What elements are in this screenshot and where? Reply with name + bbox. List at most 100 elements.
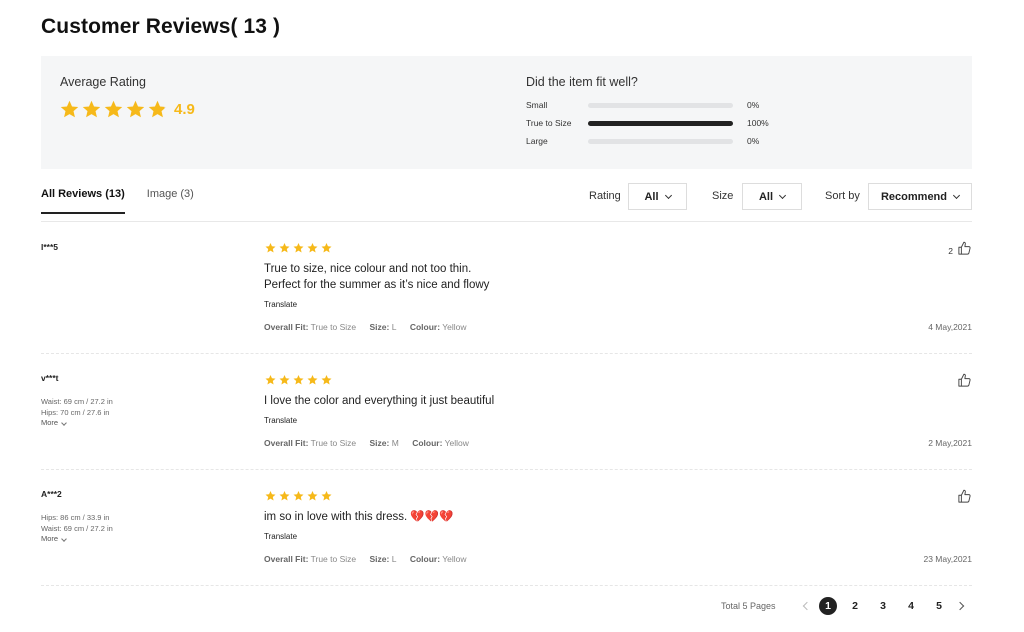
colour-key: Colour: xyxy=(409,554,441,564)
more-toggle[interactable]: More xyxy=(41,418,67,427)
like-count: 2 xyxy=(948,245,953,256)
page-4[interactable]: 4 xyxy=(902,597,920,615)
fit-row: Large 0% xyxy=(526,135,759,147)
fit-percent: 100% xyxy=(747,118,769,128)
rating-filter-select[interactable]: All xyxy=(628,183,687,210)
measurement: Hips: 86 cm / 33.9 in xyxy=(41,513,110,522)
translate-link[interactable]: Translate xyxy=(264,532,297,541)
page-1[interactable]: 1 xyxy=(819,597,837,615)
review-date: 2 May,2021 xyxy=(928,438,972,448)
like-button[interactable] xyxy=(953,489,972,504)
star-icon xyxy=(307,375,318,385)
fit-key: Overall Fit: xyxy=(264,438,309,448)
sort-select[interactable]: Recommend xyxy=(868,183,972,210)
star-icon xyxy=(60,100,79,118)
chevron-down-icon xyxy=(778,191,787,199)
page-2[interactable]: 2 xyxy=(846,597,864,615)
reviewer-name: A***2 xyxy=(41,489,62,499)
average-rating-stars: 4.9 xyxy=(59,99,195,120)
colour-value: Yellow xyxy=(442,322,467,332)
star-icon xyxy=(307,491,318,501)
review-divider xyxy=(41,353,972,354)
review-item: A***2 Hips: 86 cm / 33.9 in Waist: 69 cm … xyxy=(41,489,972,568)
reviewer-name: v***t xyxy=(41,373,59,383)
chevron-right-icon[interactable] xyxy=(955,601,965,611)
review-stars xyxy=(264,242,334,254)
fit-value: True to Size xyxy=(310,322,357,332)
star-icon xyxy=(279,491,290,501)
average-rating-value: 4.9 xyxy=(174,101,195,118)
size-value: L xyxy=(391,554,397,564)
star-icon xyxy=(279,375,290,385)
review-meta: Overall Fit: True to Size Size: M Colour… xyxy=(264,438,469,448)
review-stars xyxy=(264,490,334,502)
review-meta: Overall Fit: True to Size Size: L Colour… xyxy=(264,554,467,564)
fit-row: Small 0% xyxy=(526,99,759,111)
fit-label: True to Size xyxy=(526,118,572,128)
thumbs-up-icon xyxy=(957,489,972,504)
total-pages: Total 5 Pages xyxy=(721,601,776,611)
average-rating-label: Average Rating xyxy=(60,75,146,89)
fit-bar-fill xyxy=(588,120,733,126)
more-toggle[interactable]: More xyxy=(41,534,67,543)
colour-value: Yellow xyxy=(442,554,467,564)
sort-value: Recommend xyxy=(880,190,948,203)
star-icon xyxy=(104,100,123,118)
page-3[interactable]: 3 xyxy=(874,597,892,615)
review-text-line: Perfect for the summer as it’s nice and … xyxy=(264,279,490,291)
star-icon xyxy=(148,100,167,118)
star-icon xyxy=(321,243,332,253)
sort-label: Sort by xyxy=(825,190,860,202)
star-icon xyxy=(293,375,304,385)
star-icon xyxy=(279,243,290,253)
chevron-down-icon xyxy=(952,191,961,199)
page-title: Customer Reviews( 13 ) xyxy=(41,15,281,38)
rating-filter-label: Rating xyxy=(589,190,621,202)
like-button[interactable]: 2 xyxy=(948,241,972,256)
review-stars xyxy=(264,374,334,386)
fit-label: Large xyxy=(526,136,548,146)
review-date: 4 May,2021 xyxy=(928,322,972,332)
translate-link[interactable]: Translate xyxy=(264,416,297,425)
reviewer-name: l***5 xyxy=(41,242,59,252)
review-date: 23 May,2021 xyxy=(923,554,972,564)
filter-bar: Rating All Size All Sort by Recommend xyxy=(0,183,1024,211)
fit-percent: 0% xyxy=(747,136,760,146)
page-5[interactable]: 5 xyxy=(930,597,948,615)
size-filter-label: Size xyxy=(712,190,734,202)
review-text-line: I love the color and everything it just … xyxy=(264,395,495,407)
translate-link[interactable]: Translate xyxy=(264,300,297,309)
review-meta: Overall Fit: True to Size Size: L Colour… xyxy=(264,322,467,332)
star-icon xyxy=(126,100,145,118)
size-key: Size: xyxy=(369,438,390,448)
size-key: Size: xyxy=(369,322,390,332)
like-button[interactable] xyxy=(953,373,972,388)
chevron-left-icon[interactable] xyxy=(802,601,812,611)
colour-value: Yellow xyxy=(444,438,469,448)
size-filter-select[interactable]: All xyxy=(742,183,802,210)
review-text-line: im so in love with this dress. 💔💔💔 xyxy=(264,511,454,523)
star-icon xyxy=(307,243,318,253)
size-value: L xyxy=(391,322,397,332)
rating-summary: Average Rating 4.9 Did the item fit well… xyxy=(41,56,972,169)
fit-bar xyxy=(588,120,733,126)
review-divider xyxy=(41,469,972,470)
review-item: l***5 True to size, nice colour and not … xyxy=(41,241,972,336)
fit-percent: 0% xyxy=(747,100,760,110)
star-icon xyxy=(321,375,332,385)
tabs-divider xyxy=(41,221,972,222)
measurement: Waist: 69 cm / 27.2 in xyxy=(41,524,113,533)
review-text: im so in love with this dress. 💔💔💔 xyxy=(264,509,453,525)
colour-key: Colour: xyxy=(409,322,441,332)
chevron-down-icon xyxy=(664,191,672,199)
fit-label: Small xyxy=(526,100,548,110)
star-icon xyxy=(293,491,304,501)
size-filter-value: All xyxy=(758,190,774,203)
fit-key: Overall Fit: xyxy=(264,554,309,564)
review-item: v***t Waist: 69 cm / 27.2 in Hips: 70 cm … xyxy=(41,373,972,452)
chevron-down-icon xyxy=(61,420,67,426)
review-text-line: True to size, nice colour and not too th… xyxy=(264,263,472,275)
colour-key: Colour: xyxy=(412,438,443,448)
size-key: Size: xyxy=(369,554,390,564)
star-icon xyxy=(265,243,276,253)
